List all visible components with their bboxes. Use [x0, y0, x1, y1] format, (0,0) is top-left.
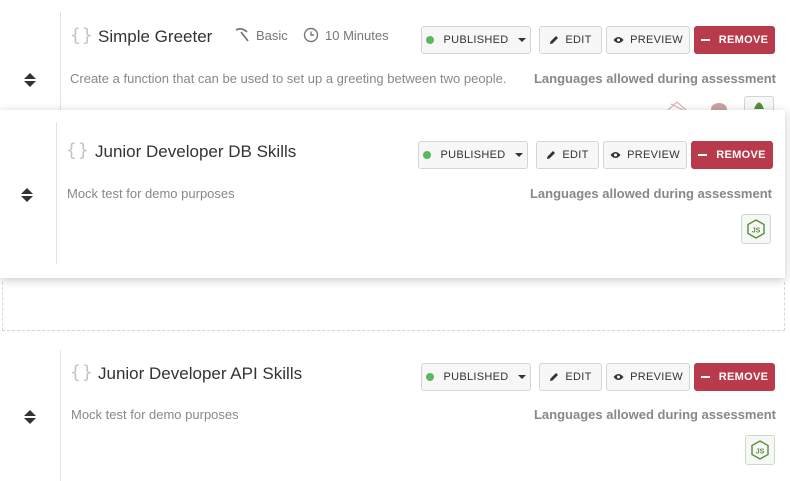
drag-handle-icon[interactable] — [23, 408, 37, 426]
svg-text:JS: JS — [752, 228, 761, 235]
caret-down-icon — [517, 375, 526, 379]
test-row-simple-greeter: {} Simple Greeter Basic 10 Minutes PUBLI… — [0, 0, 790, 110]
duration-label: 10 Minutes — [325, 27, 389, 43]
test-description: Mock test for demo purposes — [67, 186, 235, 201]
row-divider — [60, 350, 61, 481]
caret-down-icon — [517, 38, 526, 42]
status-dot-icon — [426, 373, 435, 381]
duration: 10 Minutes — [303, 27, 389, 43]
languages-label: Languages allowed during assessment — [533, 71, 776, 86]
eye-icon — [613, 37, 624, 43]
edit-button[interactable]: EDIT — [539, 26, 602, 54]
drag-handle-icon[interactable] — [20, 186, 34, 204]
preview-button[interactable]: PREVIEW — [603, 141, 687, 169]
test-title: Junior Developer API Skills — [98, 364, 303, 383]
drop-placeholder — [2, 282, 785, 331]
code-braces-icon: {} — [66, 140, 90, 161]
minus-icon — [698, 154, 708, 156]
languages-label: Languages allowed during assessment — [529, 186, 772, 201]
remove-button[interactable]: REMOVE — [691, 141, 773, 169]
languages-label: Languages allowed during assessment — [533, 407, 776, 422]
clock-icon — [303, 27, 319, 43]
test-row-db-skills[interactable]: {} Junior Developer DB Skills PUBLISHED … — [0, 110, 785, 278]
test-description: Mock test for demo purposes — [71, 407, 239, 422]
row-divider — [60, 12, 61, 110]
code-braces-icon: {} — [70, 25, 94, 46]
test-title: Junior Developer DB Skills — [95, 142, 297, 161]
status-dot-icon — [426, 36, 435, 44]
eye-icon — [613, 374, 624, 380]
status-dropdown[interactable]: PUBLISHED — [421, 363, 531, 391]
test-row-api-skills: {} Junior Developer API Skills PUBLISHED… — [0, 340, 790, 481]
status-dot-icon — [423, 151, 432, 159]
pencil-icon — [547, 151, 556, 159]
minus-icon — [700, 39, 710, 41]
language-icon-faded — [711, 103, 727, 110]
drag-handle-icon[interactable] — [23, 71, 37, 89]
row-divider — [56, 122, 57, 264]
pickaxe-icon — [235, 27, 249, 42]
minus-icon — [700, 376, 710, 378]
test-title: Simple Greeter — [98, 27, 213, 46]
code-braces-icon: {} — [70, 362, 94, 383]
pencil-icon — [550, 373, 559, 381]
edit-button[interactable]: EDIT — [536, 141, 599, 169]
edit-button[interactable]: EDIT — [539, 363, 602, 391]
preview-button[interactable]: PREVIEW — [606, 363, 690, 391]
difficulty-label: Basic — [256, 27, 288, 43]
nodejs-icon: JS — [741, 214, 771, 244]
status-dropdown[interactable]: PUBLISHED — [421, 26, 531, 54]
remove-button[interactable]: REMOVE — [694, 26, 775, 54]
difficulty: Basic — [234, 27, 288, 43]
test-description: Create a function that can be used to se… — [70, 71, 507, 86]
nodejs-icon — [744, 96, 774, 110]
remove-button[interactable]: REMOVE — [694, 363, 775, 391]
svg-text:JS: JS — [756, 449, 765, 456]
caret-down-icon — [514, 153, 523, 157]
eye-icon — [610, 152, 621, 158]
pencil-icon — [550, 36, 559, 44]
nodejs-icon: JS — [745, 435, 775, 465]
preview-button[interactable]: PREVIEW — [606, 26, 690, 54]
language-icon-faded — [667, 101, 687, 110]
status-dropdown[interactable]: PUBLISHED — [418, 141, 528, 169]
